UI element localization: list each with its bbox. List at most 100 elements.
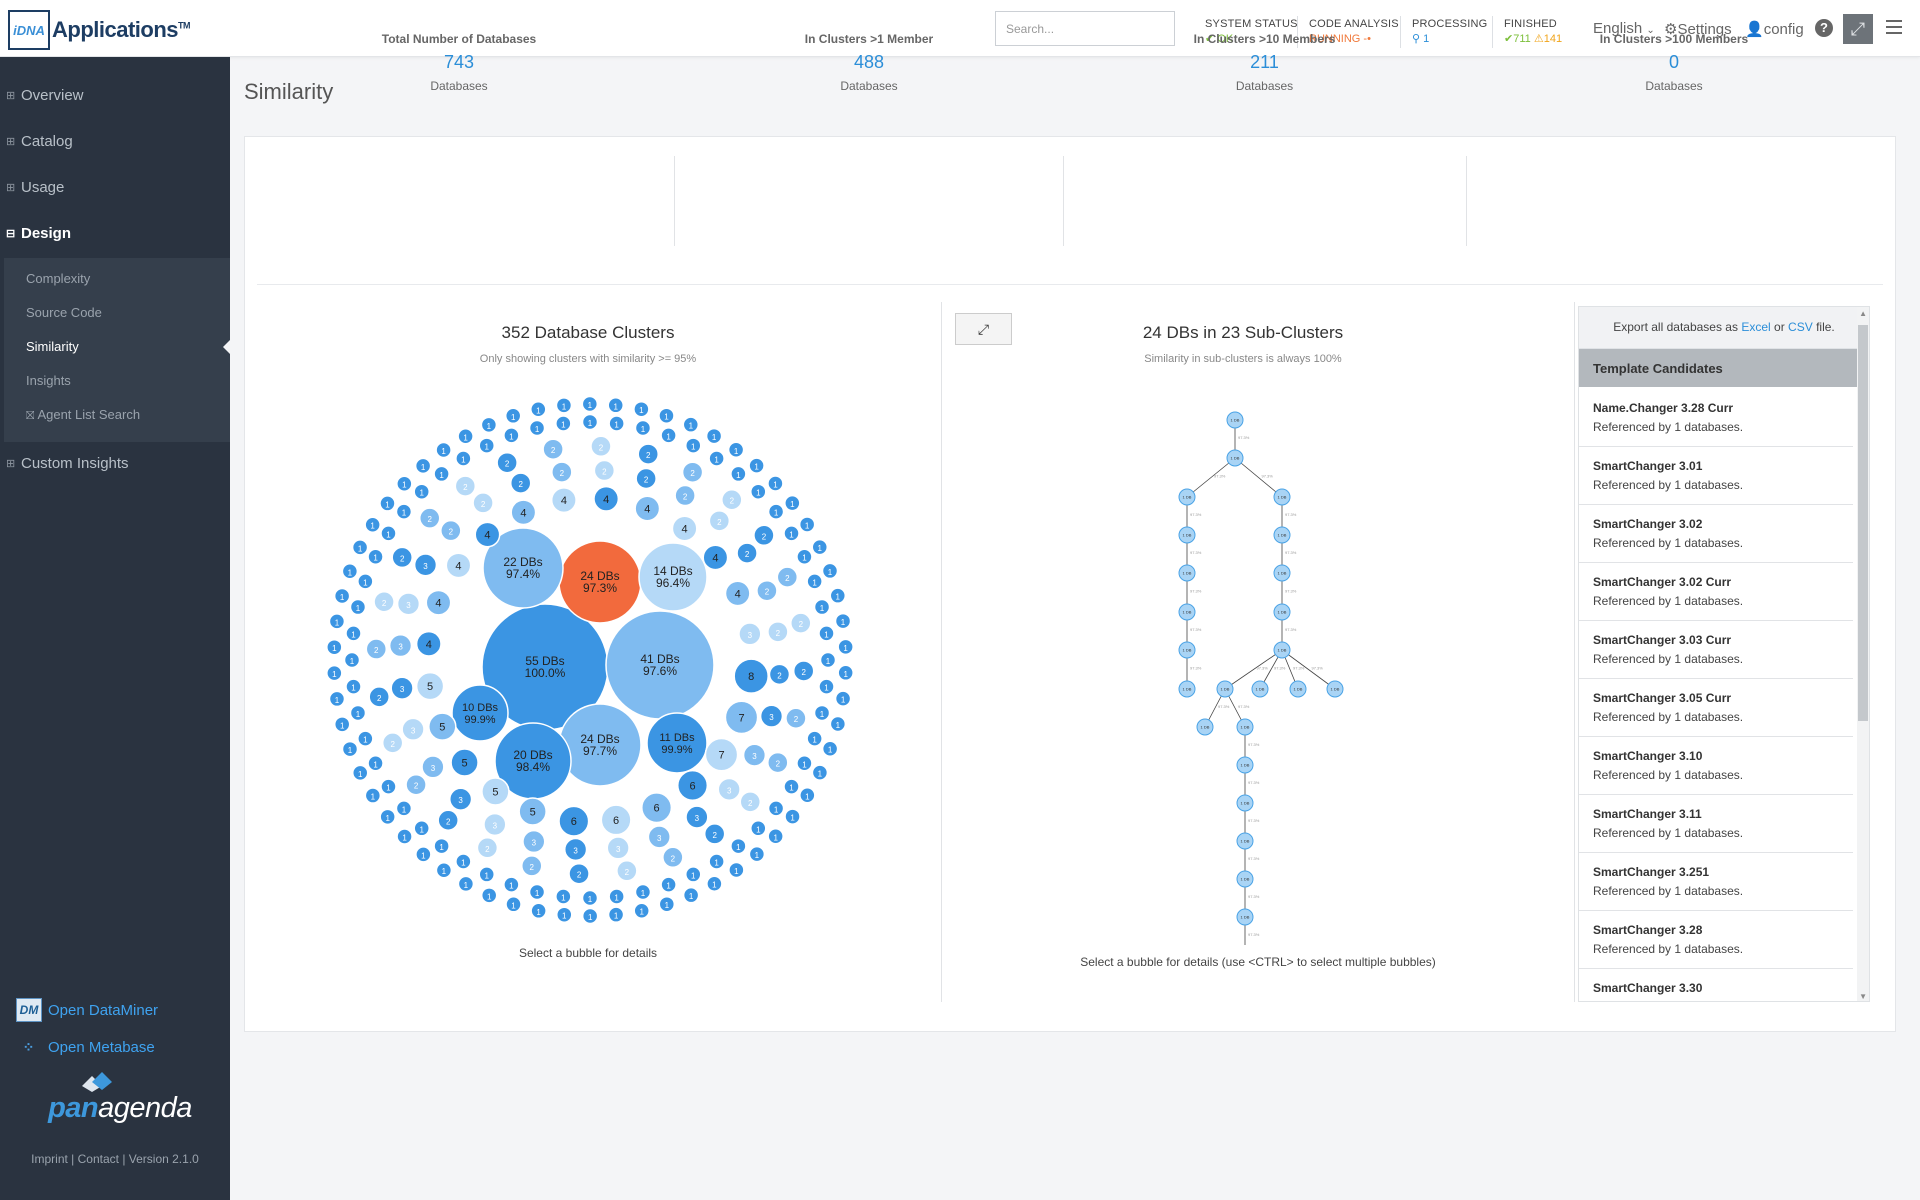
subcluster-node[interactable]: 1 DB <box>1289 680 1307 698</box>
cluster-bubble[interactable]: 3 <box>522 829 546 854</box>
subcluster-node[interactable]: 1 DB <box>1178 641 1196 659</box>
cluster-bubble[interactable]: 4 <box>415 630 442 657</box>
cluster-bubble[interactable]: 41 DBs97.6% <box>605 610 715 720</box>
candidate-item[interactable]: SmartChanger 3.10 Referenced by 1 databas… <box>1579 737 1853 795</box>
cluster-bubble-single[interactable]: 1 <box>380 525 397 542</box>
cluster-bubble-single[interactable]: 1 <box>685 866 702 883</box>
cluster-bubble[interactable]: 2 <box>365 638 388 660</box>
cluster-bubble[interactable]: 2 <box>721 488 743 511</box>
cluster-bubble-single[interactable]: 1 <box>379 808 396 826</box>
cluster-bubble-single[interactable]: 1 <box>435 441 452 459</box>
cluster-bubble-single[interactable]: 1 <box>658 407 675 424</box>
cluster-bubble-single[interactable]: 1 <box>730 465 747 483</box>
cluster-bubble-single[interactable]: 1 <box>351 764 369 782</box>
sidebar-item-usage[interactable]: ⊞ Usage <box>0 168 230 208</box>
cluster-bubble[interactable]: 2 <box>590 435 612 458</box>
candidate-item[interactable]: SmartChanger 3.28 Referenced by 1 databas… <box>1579 911 1853 969</box>
expand-graph-button[interactable]: ⤢ <box>955 313 1012 345</box>
cluster-bubble-single[interactable]: 1 <box>414 457 432 475</box>
cluster-bubble-single[interactable]: 1 <box>530 902 547 920</box>
cluster-bubble[interactable]: 2 <box>542 438 564 460</box>
cluster-bubble-single[interactable]: 1 <box>345 625 362 642</box>
cluster-bubble[interactable]: 3 <box>483 812 507 837</box>
cluster-bubble[interactable]: 2 <box>616 860 638 882</box>
cluster-bubble[interactable]: 10 DBs99.9% <box>451 684 509 742</box>
cluster-bubble[interactable]: 5 <box>481 777 510 806</box>
subcluster-node[interactable]: 1 DB <box>1178 603 1196 621</box>
subcluster-node[interactable]: 1 DB <box>1273 526 1291 544</box>
cluster-bubble-single[interactable]: 1 <box>505 896 522 913</box>
cluster-bubble-single[interactable]: 1 <box>581 889 599 907</box>
cluster-bubble-single[interactable]: 1 <box>806 573 823 590</box>
cluster-bubble-single[interactable]: 1 <box>829 587 847 604</box>
cluster-bubble[interactable]: 3 <box>738 622 762 646</box>
candidate-item[interactable]: SmartChanger 3.02 Referenced by 1 databas… <box>1579 505 1853 563</box>
subcluster-node[interactable]: 1 DB <box>1326 680 1344 698</box>
cluster-bubble-single[interactable]: 1 <box>767 800 785 817</box>
scroll-up-icon[interactable]: ▲ <box>1859 309 1867 318</box>
cluster-bubble-single[interactable]: 1 <box>682 886 700 904</box>
cluster-bubble-single[interactable]: 1 <box>581 413 599 431</box>
cluster-bubble-single[interactable]: 1 <box>457 875 475 893</box>
subcluster-node[interactable]: 1 DB <box>1226 411 1244 429</box>
cluster-bubble[interactable]: 4 <box>510 499 537 526</box>
cluster-bubble-single[interactable]: 1 <box>415 846 432 863</box>
candidate-item[interactable]: Name.Changer 3.28 Curr Referenced by 1 da… <box>1579 389 1853 447</box>
cluster-bubble-single[interactable]: 1 <box>837 664 854 682</box>
cluster-bubble[interactable]: 3 <box>647 825 671 849</box>
sidebar-item-catalog[interactable]: ⊞ Catalog <box>0 122 230 162</box>
cluster-bubble[interactable]: 4 <box>634 495 661 522</box>
cluster-bubble-single[interactable]: 1 <box>435 861 453 879</box>
cluster-bubble[interactable]: 3 <box>421 755 445 779</box>
cluster-bubble[interactable]: 6 <box>558 805 590 837</box>
cluster-bubble[interactable]: 2 <box>496 451 518 474</box>
cluster-bubble[interactable]: 2 <box>373 591 395 613</box>
cluster-bubble-single[interactable]: 1 <box>685 437 702 454</box>
cluster-bubble[interactable]: 3 <box>606 836 630 860</box>
cluster-bubble[interactable]: 2 <box>551 461 573 483</box>
cluster-bubble-single[interactable]: 1 <box>748 845 766 863</box>
sidebar-subitem-similarity[interactable]: Similarity <box>4 330 230 364</box>
cluster-bubble-single[interactable]: 1 <box>357 573 374 590</box>
cluster-bubble[interactable]: 3 <box>685 805 709 829</box>
subcluster-node[interactable]: 1 DB <box>1178 680 1196 698</box>
cluster-bubble[interactable]: 2 <box>776 566 799 588</box>
cluster-bubble-single[interactable]: 1 <box>333 587 351 605</box>
cluster-bubble-single[interactable]: 1 <box>396 828 413 845</box>
cluster-bubble-single[interactable]: 1 <box>829 715 847 733</box>
subcluster-node[interactable]: 1 DB <box>1273 488 1291 506</box>
cluster-bubble[interactable]: 2 <box>785 707 807 729</box>
cluster-bubble-single[interactable]: 1 <box>413 483 430 500</box>
cluster-bubble-single[interactable]: 1 <box>634 883 652 901</box>
cluster-bubble-single[interactable]: 1 <box>608 415 625 432</box>
cluster-bubble[interactable]: 2 <box>454 475 477 497</box>
cluster-bubble-single[interactable]: 1 <box>796 755 813 772</box>
cluster-bubble-single[interactable]: 1 <box>351 539 369 556</box>
cluster-bubble-single[interactable]: 1 <box>455 450 472 467</box>
cluster-bubble[interactable]: 2 <box>767 751 789 774</box>
cluster-bubble-single[interactable]: 1 <box>528 419 546 437</box>
cluster-bubble[interactable]: 2 <box>637 443 659 465</box>
cluster-bubble[interactable]: 3 <box>401 717 425 741</box>
cluster-bubble-single[interactable]: 1 <box>658 895 676 913</box>
cluster-bubble-single[interactable]: 1 <box>433 465 450 483</box>
cluster-bubble[interactable]: 2 <box>472 492 494 514</box>
subcluster-node[interactable]: 1 DB <box>1236 756 1254 774</box>
cluster-bubble[interactable]: 4 <box>702 544 729 571</box>
cluster-bubble[interactable]: 2 <box>753 524 775 547</box>
cluster-bubble-single[interactable]: 1 <box>834 690 852 707</box>
cluster-bubble-single[interactable]: 1 <box>341 563 359 580</box>
cluster-bubble-single[interactable]: 1 <box>480 887 498 904</box>
cluster-bubble-single[interactable]: 1 <box>326 638 343 656</box>
cluster-bubble[interactable]: 4 <box>550 487 577 514</box>
cluster-bubble[interactable]: 3 <box>449 787 473 811</box>
sidebar-subitem-source-code[interactable]: Source Code <box>4 296 230 330</box>
cluster-bubble[interactable]: 2 <box>521 855 543 877</box>
app-logo[interactable]: iDNA ApplicationsTM <box>8 10 191 50</box>
cluster-bubble[interactable]: 2 <box>681 461 704 483</box>
cluster-bubble-single[interactable]: 1 <box>607 906 625 923</box>
cluster-bubble-single[interactable]: 1 <box>750 820 767 837</box>
cluster-bubble[interactable]: 3 <box>396 592 421 616</box>
cluster-bubble-single[interactable]: 1 <box>379 495 396 512</box>
subcluster-node[interactable]: 1 DB <box>1273 641 1291 659</box>
